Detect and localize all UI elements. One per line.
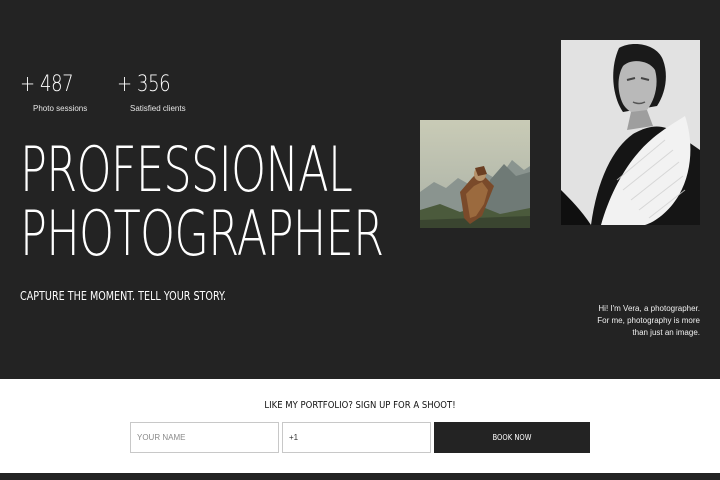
photographer-intro: Hi! I'm Vera, a photographer. For me, ph… xyxy=(540,303,700,339)
portrait-photo xyxy=(561,40,700,225)
book-now-label: BOOK NOW xyxy=(492,433,532,442)
headline-line-2: PHOTOGRAPHER xyxy=(20,197,384,270)
portrait-photo-image xyxy=(561,40,700,225)
intro-line-1: Hi! I'm Vera, a photographer. xyxy=(598,304,700,313)
hero-section: + 487 Photo sessions + 356 Satisfied cli… xyxy=(0,0,720,379)
booking-section: LIKE MY PORTFOLIO? SIGN UP FOR A SHOOT! … xyxy=(0,379,720,473)
hero-headline: PROFESSIONAL PHOTOGRAPHER xyxy=(20,133,384,270)
mountain-photo xyxy=(420,120,530,228)
phone-input[interactable] xyxy=(282,422,431,453)
stat-label: Satisfied clients xyxy=(130,104,186,113)
stat-photo-sessions: + 487 Photo sessions xyxy=(20,72,87,113)
stat-label: Photo sessions xyxy=(33,104,88,113)
name-input[interactable] xyxy=(130,422,279,453)
stat-satisfied-clients: + 356 Satisfied clients xyxy=(117,72,186,113)
mountain-photo-image xyxy=(420,120,530,228)
stat-value: + 356 xyxy=(117,72,171,97)
intro-line-2: For me, photography is more xyxy=(597,316,700,325)
hero-tagline: CAPTURE THE MOMENT. TELL YOUR STORY. xyxy=(20,289,226,303)
intro-line-3: than just an image. xyxy=(632,328,700,337)
headline-line-1: PROFESSIONAL xyxy=(20,133,353,206)
book-now-button[interactable]: BOOK NOW xyxy=(434,422,590,453)
footer-bar xyxy=(0,473,720,480)
booking-title: LIKE MY PORTFOLIO? SIGN UP FOR A SHOOT! xyxy=(264,400,456,411)
stat-value: + 487 xyxy=(20,72,74,97)
